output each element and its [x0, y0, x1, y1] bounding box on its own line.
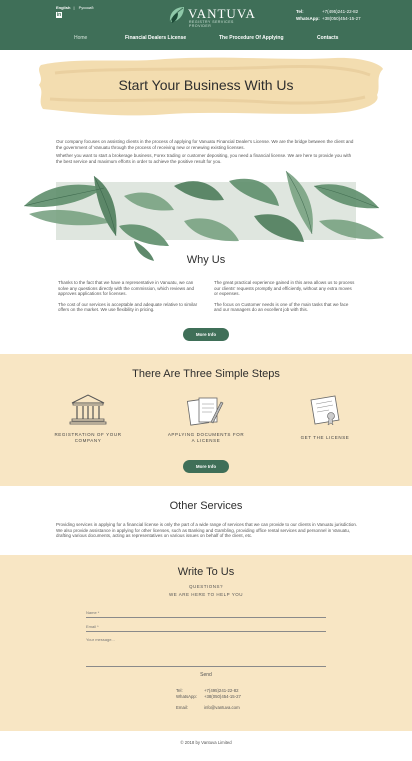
contact-tel-value[interactable]: +7(495)241-22-82 — [204, 688, 239, 693]
intro-text: Our company focuses on assisting clients… — [56, 139, 356, 167]
header: English | Русский in VANTUVA REGISTRY SER… — [0, 0, 412, 50]
why-us-paragraph: The focus on Customer needs is one of th… — [214, 301, 349, 313]
contact-whatsapp-label: WhatsApp: — [176, 694, 198, 699]
nav-procedure-of-applying[interactable]: The Procedure Of Applying — [219, 35, 284, 41]
name-field[interactable]: Name * — [86, 610, 326, 618]
lang-russian[interactable]: Русский — [79, 5, 94, 10]
step-label: GET THE LICENSE — [300, 435, 350, 440]
why-us-paragraph: The great practical experience gained in… — [214, 280, 355, 297]
contact-whatsapp-value[interactable]: +38(050)454-15-27 — [204, 694, 241, 699]
hero-title: Start Your Business With Us — [118, 77, 294, 93]
contact-tel-label: Tel: — [176, 688, 183, 693]
send-button[interactable]: Send — [0, 672, 412, 678]
logo-subtitle: REGISTRY SERVICES PROVIDER — [189, 20, 234, 28]
banana-leaves-image — [24, 170, 384, 261]
contact-tel: Tel: +7(495)241-22-82 — [176, 688, 239, 693]
footer-copyright: © 2018 by Vantuva Limited — [180, 740, 232, 745]
more-info-button[interactable]: More Info — [183, 328, 229, 341]
steps-section: There Are Three Simple Steps REGISTRATIO… — [0, 354, 412, 486]
contact-questions: QUESTIONS? — [188, 584, 223, 589]
language-switcher: English | Русский — [56, 5, 94, 10]
intro-paragraph: Our company focuses on assisting clients… — [56, 139, 354, 150]
other-services-text: Providing services in applying for a fin… — [56, 522, 358, 539]
contact-whatsapp: WhatsApp: +38(050)454-15-27 — [176, 694, 241, 699]
documents-pen-icon — [186, 397, 224, 426]
why-us-right-column: The great practical experience gained in… — [214, 280, 356, 318]
why-us-title: Why Us — [186, 254, 226, 266]
main-nav: Home Financial Dealers License The Proce… — [0, 34, 412, 44]
message-field[interactable]: Your message... — [86, 637, 326, 667]
step-label: APPLYING DOCUMENTS FOR A LICENSE — [167, 432, 245, 443]
whatsapp-label: WhatsApp: — [296, 15, 320, 21]
contact-email: Email: info@vantuva.com — [176, 705, 240, 710]
nav-contacts[interactable]: Contacts — [317, 35, 338, 41]
nav-home[interactable]: Home — [74, 35, 87, 41]
why-us-paragraph: Thanks to the fact that we have a repres… — [58, 280, 195, 297]
linkedin-icon[interactable]: in — [56, 12, 62, 18]
step-label: REGISTRATION OF YOUR COMPANY — [54, 432, 122, 443]
contact-email-label: Email: — [176, 705, 188, 710]
contact-email-value[interactable]: info@vantuva.com — [204, 705, 240, 710]
more-info-button[interactable]: More Info — [183, 460, 229, 473]
why-us-paragraph: The cost of our services is acceptable a… — [58, 301, 198, 313]
bank-building-icon — [69, 394, 107, 425]
logo[interactable]: VANTUVA REGISTRY SERVICES PROVIDER — [167, 4, 255, 28]
steps-title: There Are Three Simple Steps — [132, 368, 280, 380]
nav-financial-dealers-license[interactable]: Financial Dealers License — [125, 35, 186, 41]
email-field[interactable]: Email * — [86, 624, 326, 632]
certificate-icon — [310, 395, 340, 426]
contact-title: Write To Us — [177, 566, 235, 578]
whatsapp-value[interactable]: +38(050)454-15-27 — [322, 16, 361, 23]
header-contacts: Tel: +7(495)241-22-82 WhatsApp: +38(050)45… — [296, 9, 361, 22]
contact-section: Write To Us QUESTIONS? WE ARE HERE TO HE… — [0, 555, 412, 731]
logo-leaf-icon — [169, 7, 184, 23]
contact-help-text: WE ARE HERE TO HELP YOU — [169, 592, 243, 597]
other-services-title: Other Services — [169, 500, 243, 512]
lang-english[interactable]: English — [56, 5, 70, 10]
why-us-left-column: Thanks to the fact that we have a repres… — [58, 280, 200, 318]
intro-paragraph: Whether you want to start a brokerage bu… — [56, 153, 352, 164]
